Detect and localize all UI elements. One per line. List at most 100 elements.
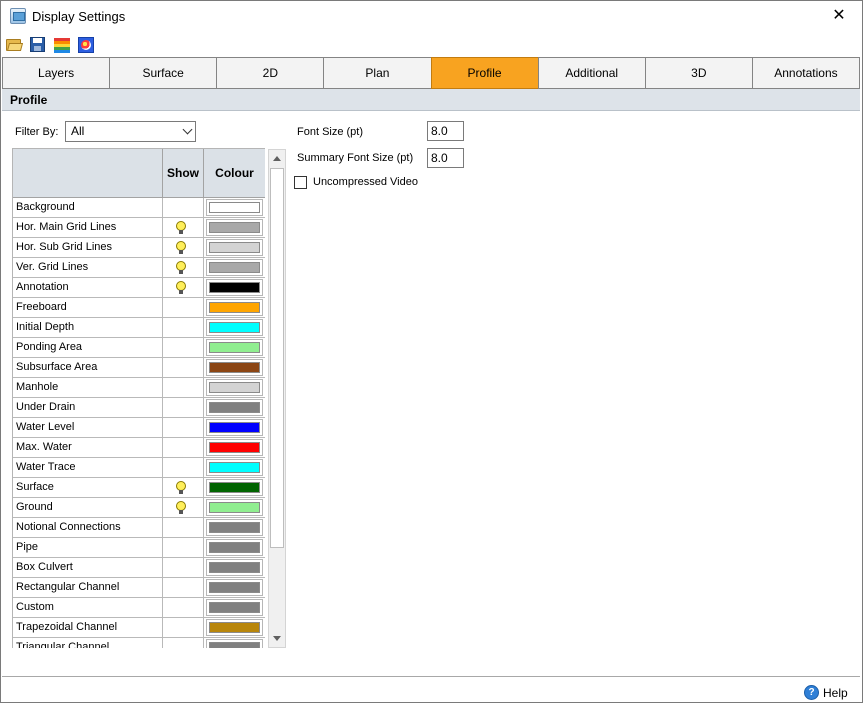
tab-surface[interactable]: Surface bbox=[109, 57, 218, 89]
table-row[interactable]: Water Trace bbox=[13, 458, 265, 478]
save-icon[interactable] bbox=[29, 36, 47, 54]
colour-cell[interactable] bbox=[204, 318, 265, 337]
row-name: Max. Water bbox=[13, 438, 163, 457]
colour-cell[interactable] bbox=[204, 598, 265, 617]
show-toggle[interactable] bbox=[163, 198, 204, 217]
colour-cell[interactable] bbox=[204, 258, 265, 277]
colour-cell[interactable] bbox=[204, 618, 265, 637]
table-row[interactable]: Trapezoidal Channel bbox=[13, 618, 265, 638]
tab-annotations[interactable]: Annotations bbox=[751, 57, 860, 89]
show-toggle[interactable] bbox=[163, 578, 204, 597]
help-icon: ? bbox=[804, 685, 819, 700]
show-toggle[interactable] bbox=[163, 598, 204, 617]
table-row[interactable]: Box Culvert bbox=[13, 558, 265, 578]
show-toggle[interactable] bbox=[163, 618, 204, 637]
colour-cell[interactable] bbox=[204, 578, 265, 597]
show-toggle[interactable] bbox=[163, 538, 204, 557]
colour-cell[interactable] bbox=[204, 518, 265, 537]
colour-cell[interactable] bbox=[204, 498, 265, 517]
table-row[interactable]: Surface bbox=[13, 478, 265, 498]
show-toggle[interactable] bbox=[163, 338, 204, 357]
tab-plan[interactable]: Plan bbox=[323, 57, 432, 89]
show-toggle[interactable] bbox=[163, 638, 204, 648]
table-row[interactable]: Ver. Grid Lines bbox=[13, 258, 265, 278]
filter-dropdown[interactable]: All bbox=[65, 121, 196, 142]
colour-cell[interactable] bbox=[204, 218, 265, 237]
colour-cell[interactable] bbox=[204, 398, 265, 417]
table-row[interactable]: Pipe bbox=[13, 538, 265, 558]
tab-2d[interactable]: 2D bbox=[216, 57, 325, 89]
colour-cell[interactable] bbox=[204, 358, 265, 377]
row-name: Under Drain bbox=[13, 398, 163, 417]
show-toggle[interactable] bbox=[163, 378, 204, 397]
colour-cell[interactable] bbox=[204, 278, 265, 297]
colour-cell[interactable] bbox=[204, 298, 265, 317]
color-ramp-icon[interactable] bbox=[53, 36, 71, 54]
colour-cell[interactable] bbox=[204, 418, 265, 437]
show-toggle[interactable] bbox=[163, 318, 204, 337]
table-row[interactable]: Notional Connections bbox=[13, 518, 265, 538]
table-row[interactable]: Annotation bbox=[13, 278, 265, 298]
colour-cell[interactable] bbox=[204, 378, 265, 397]
table-row[interactable]: Subsurface Area bbox=[13, 358, 265, 378]
uncompressed-video-checkbox[interactable] bbox=[294, 176, 307, 189]
row-name: Initial Depth bbox=[13, 318, 163, 337]
show-toggle[interactable] bbox=[163, 358, 204, 377]
colour-cell[interactable] bbox=[204, 538, 265, 557]
colour-swatch bbox=[209, 422, 260, 433]
show-toggle[interactable] bbox=[163, 558, 204, 577]
help-button[interactable]: ? Help bbox=[804, 684, 854, 702]
table-row[interactable]: Freeboard bbox=[13, 298, 265, 318]
show-toggle[interactable] bbox=[163, 258, 204, 277]
table-row[interactable]: Ground bbox=[13, 498, 265, 518]
show-toggle[interactable] bbox=[163, 478, 204, 497]
colour-cell[interactable] bbox=[204, 458, 265, 477]
tab-layers[interactable]: Layers bbox=[2, 57, 111, 89]
table-row[interactable]: Under Drain bbox=[13, 398, 265, 418]
colour-cell[interactable] bbox=[204, 238, 265, 257]
show-toggle[interactable] bbox=[163, 458, 204, 477]
tab-3d[interactable]: 3D bbox=[644, 57, 753, 89]
title-bar[interactable]: Display Settings ✕ bbox=[1, 1, 862, 32]
summary-font-size-input[interactable] bbox=[427, 148, 464, 168]
tab-profile[interactable]: Profile bbox=[430, 57, 539, 89]
font-size-input[interactable] bbox=[427, 121, 464, 141]
colour-cell[interactable] bbox=[204, 338, 265, 357]
show-toggle[interactable] bbox=[163, 298, 204, 317]
table-row[interactable]: Ponding Area bbox=[13, 338, 265, 358]
table-row[interactable]: Triangular Channel bbox=[13, 638, 265, 648]
filter-value: All bbox=[71, 124, 85, 138]
tab-additional[interactable]: Additional bbox=[537, 57, 646, 89]
palette-icon[interactable] bbox=[77, 36, 95, 54]
show-toggle[interactable] bbox=[163, 218, 204, 237]
show-toggle[interactable] bbox=[163, 278, 204, 297]
table-row[interactable]: Hor. Main Grid Lines bbox=[13, 218, 265, 238]
show-toggle[interactable] bbox=[163, 238, 204, 257]
close-button[interactable]: ✕ bbox=[816, 1, 862, 31]
scroll-thumb[interactable] bbox=[270, 168, 284, 548]
table-row[interactable]: Custom bbox=[13, 598, 265, 618]
scroll-up-arrow-icon[interactable] bbox=[269, 150, 285, 166]
table-row[interactable]: Initial Depth bbox=[13, 318, 265, 338]
show-toggle[interactable] bbox=[163, 498, 204, 517]
grid-scrollbar[interactable] bbox=[268, 149, 286, 648]
open-folder-icon[interactable] bbox=[5, 36, 24, 54]
show-toggle[interactable] bbox=[163, 398, 204, 417]
show-toggle[interactable] bbox=[163, 418, 204, 437]
table-row[interactable]: Max. Water bbox=[13, 438, 265, 458]
colour-swatch bbox=[209, 442, 260, 453]
table-row[interactable]: Manhole bbox=[13, 378, 265, 398]
table-row[interactable]: Rectangular Channel bbox=[13, 578, 265, 598]
colour-cell[interactable] bbox=[204, 558, 265, 577]
scroll-down-arrow-icon[interactable] bbox=[269, 631, 285, 647]
table-row[interactable]: Background bbox=[13, 198, 265, 218]
colour-cell[interactable] bbox=[204, 638, 265, 648]
colour-cell[interactable] bbox=[204, 198, 265, 217]
grid-body: Background Hor. Main Grid Lines Hor. Sub G… bbox=[13, 198, 265, 648]
colour-cell[interactable] bbox=[204, 478, 265, 497]
table-row[interactable]: Water Level bbox=[13, 418, 265, 438]
show-toggle[interactable] bbox=[163, 438, 204, 457]
show-toggle[interactable] bbox=[163, 518, 204, 537]
colour-cell[interactable] bbox=[204, 438, 265, 457]
table-row[interactable]: Hor. Sub Grid Lines bbox=[13, 238, 265, 258]
